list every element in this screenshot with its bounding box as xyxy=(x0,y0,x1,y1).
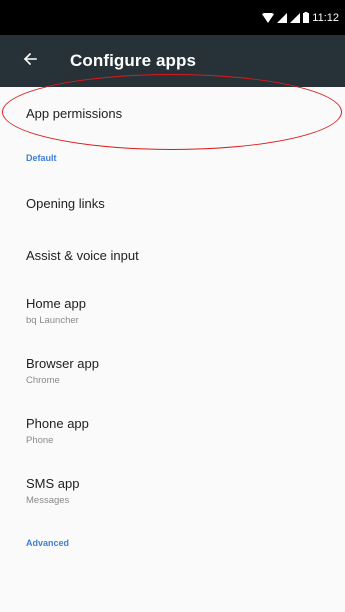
arrow-back-icon xyxy=(23,52,37,71)
app-permissions-label: App permissions xyxy=(26,105,123,121)
opening-links-item[interactable]: Opening links xyxy=(0,177,345,229)
home-app-item[interactable]: Home app bq Launcher xyxy=(0,281,345,341)
home-app-label: Home app xyxy=(26,296,86,311)
browser-app-label: Browser app xyxy=(26,356,99,371)
assist-voice-input-item[interactable]: Assist & voice input xyxy=(0,229,345,281)
app-permissions-item[interactable]: App permissions xyxy=(0,87,345,139)
sms-app-item[interactable]: SMS app Messages xyxy=(0,461,345,521)
status-time: 11:12 xyxy=(312,11,339,24)
phone-app-value: Phone xyxy=(26,435,54,446)
settings-list: App permissions Default Opening links As… xyxy=(0,87,345,565)
sms-app-label: SMS app xyxy=(26,476,80,491)
battery-icon xyxy=(303,12,310,23)
browser-app-value: Chrome xyxy=(26,375,60,386)
opening-links-label: Opening links xyxy=(26,195,105,211)
phone-app-item[interactable]: Phone app Phone xyxy=(0,401,345,461)
home-app-value: bq Launcher xyxy=(26,315,79,326)
back-button[interactable] xyxy=(4,35,56,87)
phone-app-label: Phone app xyxy=(26,416,89,431)
status-bar: 11:12 xyxy=(0,0,345,35)
browser-app-item[interactable]: Browser app Chrome xyxy=(0,341,345,401)
signal-icon xyxy=(277,12,288,23)
app-bar: Configure apps xyxy=(0,35,345,87)
advanced-section-header: Advanced xyxy=(26,538,70,548)
wifi-icon xyxy=(262,12,275,23)
assist-voice-input-label: Assist & voice input xyxy=(26,247,139,263)
default-section-header: Default xyxy=(26,153,57,163)
signal-icon-2 xyxy=(290,12,301,23)
page-title: Configure apps xyxy=(70,51,197,70)
sms-app-value: Messages xyxy=(26,495,70,506)
